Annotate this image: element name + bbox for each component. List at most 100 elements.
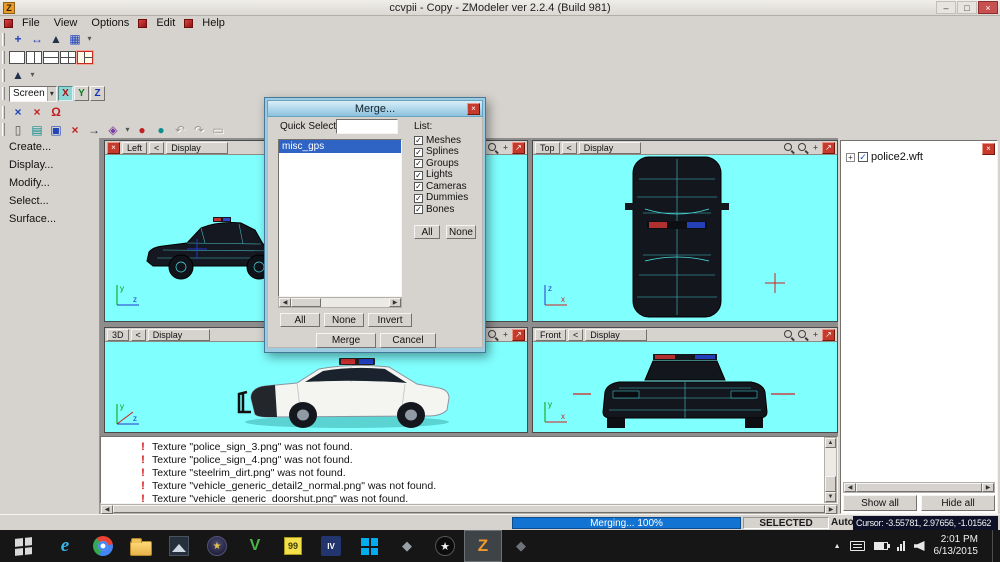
checkbox-checked-icon[interactable]: ✓ [414, 148, 423, 157]
scroll-left-icon[interactable]: ◀ [101, 505, 113, 514]
checkbox-checked-icon[interactable]: ✓ [414, 136, 423, 145]
toolbox-item-modify[interactable]: Modify... [0, 174, 99, 192]
chevron-down-icon[interactable]: ▾ [47, 87, 56, 101]
select-none-button[interactable]: None [324, 313, 364, 327]
toolbar-grip[interactable] [2, 33, 5, 46]
filter-none-button[interactable]: None [446, 225, 476, 239]
viewport-front-display-button[interactable]: Display [585, 329, 647, 341]
zoom-region-icon[interactable] [487, 142, 499, 154]
dropdown-icon[interactable]: ▾ [28, 67, 37, 83]
zoom-in-icon[interactable] [783, 329, 795, 341]
cancel-button[interactable]: Cancel [380, 333, 436, 348]
scroll-left-icon[interactable]: ◀ [279, 298, 291, 307]
taskbar-item-windows-app[interactable] [350, 530, 388, 562]
maximize-button[interactable]: □ [957, 1, 977, 14]
tree-checkbox[interactable]: ✓ [858, 152, 868, 162]
touch-keyboard-icon[interactable] [850, 541, 865, 551]
viewport-maximize-button[interactable]: ↗ [822, 329, 835, 341]
render-frame-icon[interactable]: ▭ [209, 122, 227, 138]
select-all-button[interactable]: All [280, 313, 320, 327]
show-all-button[interactable]: Show all [843, 495, 917, 511]
viewport-top-canvas[interactable]: z x [533, 155, 837, 321]
log-vertical-scrollbar[interactable]: ▲ ▼ [824, 437, 837, 503]
volume-icon[interactable] [914, 541, 925, 551]
grid-tool-icon[interactable]: ▦ [66, 31, 84, 47]
zoom-in-icon[interactable] [783, 142, 795, 154]
layout-three-pane-icon[interactable] [77, 51, 93, 64]
viewport-top-name-button[interactable]: Top [535, 142, 560, 154]
menu-view[interactable]: View [47, 16, 85, 30]
show-desktop-button[interactable] [992, 530, 997, 562]
merge-dialog-close-button[interactable]: × [467, 103, 480, 115]
taskbar-item-dark-app[interactable]: ◆ [502, 530, 540, 562]
pivot-tool-icon[interactable]: ▲ [47, 31, 65, 47]
taskbar-item-star-badge[interactable]: ★ [426, 530, 464, 562]
pan-icon[interactable]: + [501, 327, 510, 343]
viewport-maximize-button[interactable]: ↗ [512, 329, 525, 341]
axis-z-toggle[interactable]: Z [90, 86, 105, 101]
viewport-3d-display-button[interactable]: Display [148, 329, 210, 341]
taskbar-clock[interactable]: 2:01 PM 6/13/2015 [934, 534, 979, 558]
viewport-maximize-button[interactable]: ↗ [822, 142, 835, 154]
list-horizontal-scrollbar[interactable]: ◀ ▶ [278, 297, 402, 308]
scroll-down-icon[interactable]: ▼ [825, 492, 836, 502]
viewport-top-back-button[interactable]: < [562, 142, 577, 154]
filter-meshes[interactable]: ✓ Meshes [414, 135, 468, 146]
layout-vertical-split-icon[interactable] [26, 51, 42, 64]
taskbar-item-notes[interactable]: 99 [274, 530, 312, 562]
auto-indicator[interactable]: Auto [831, 517, 851, 529]
axis-x-toggle[interactable]: X [58, 86, 73, 101]
scene-panel-close-button[interactable]: × [982, 143, 995, 155]
dropdown-icon[interactable]: ▾ [123, 122, 132, 138]
close-button[interactable]: × [978, 1, 998, 14]
log-horizontal-scrollbar[interactable]: ◀ ▶ [100, 504, 838, 514]
axis-y-toggle[interactable]: Y [74, 86, 89, 101]
battery-icon[interactable] [874, 542, 888, 550]
taskbar-item-v-app[interactable]: V [236, 530, 274, 562]
viewport-3d-canvas[interactable]: y z [105, 342, 527, 432]
new-file-icon[interactable]: ▯ [9, 122, 27, 138]
scrollbar-thumb[interactable] [856, 483, 982, 492]
hide-all-button[interactable]: Hide all [921, 495, 995, 511]
scrollbar-track[interactable] [825, 448, 836, 476]
checkbox-checked-icon[interactable]: ✓ [414, 159, 423, 168]
toolbox-item-select[interactable]: Select... [0, 192, 99, 210]
viewport-front-back-button[interactable]: < [568, 329, 583, 341]
toolbar-grip[interactable] [2, 106, 5, 119]
delete-tool-icon[interactable]: × [28, 104, 46, 120]
toolbox-item-surface[interactable]: Surface... [0, 210, 99, 228]
filter-lights[interactable]: ✓ Lights [414, 170, 468, 181]
scrollbar-track[interactable] [321, 298, 389, 307]
zoom-region-icon[interactable] [797, 142, 809, 154]
toolbox-item-display[interactable]: Display... [0, 156, 99, 174]
delete-icon[interactable]: × [66, 122, 84, 138]
move-tool-icon[interactable]: ↔ [28, 31, 46, 47]
toolbar-grip[interactable] [2, 69, 5, 82]
transform-tool-icon[interactable]: + [9, 31, 27, 47]
material-teal-icon[interactable]: ● [152, 122, 170, 138]
filter-groups[interactable]: ✓ Groups [414, 158, 468, 169]
layout-quad-icon[interactable] [60, 51, 76, 64]
taskbar-item-police-badge[interactable]: ★ [198, 530, 236, 562]
filter-bones[interactable]: ✓ Bones [414, 204, 468, 215]
filter-all-button[interactable]: All [414, 225, 440, 239]
menu-edit[interactable]: Edit [149, 16, 182, 30]
start-button[interactable] [0, 530, 46, 562]
viewport-left-back-button[interactable]: < [149, 142, 164, 154]
merge-object-list[interactable]: misc_gps [278, 139, 402, 297]
pan-icon[interactable]: + [501, 140, 510, 156]
primitive-cone-icon[interactable]: ▲ [9, 67, 27, 83]
layout-horizontal-split-icon[interactable] [43, 51, 59, 64]
checkbox-checked-icon[interactable]: ✓ [414, 182, 423, 191]
viewport-left-display-button[interactable]: Display [166, 142, 228, 154]
taskbar-item-iv-app[interactable]: IV [312, 530, 350, 562]
minimize-button[interactable]: – [936, 1, 956, 14]
import-icon[interactable]: → [85, 122, 103, 138]
viewport-front-name-button[interactable]: Front [535, 329, 566, 341]
checkbox-checked-icon[interactable]: ✓ [414, 205, 423, 214]
save-file-icon[interactable]: ▣ [47, 122, 65, 138]
open-file-icon[interactable]: ▤ [28, 122, 46, 138]
magnet-tool-icon[interactable]: Ω [47, 104, 65, 120]
taskbar-item-misc-app[interactable]: ◆ [388, 530, 426, 562]
taskbar-item-photo-viewer[interactable] [160, 530, 198, 562]
